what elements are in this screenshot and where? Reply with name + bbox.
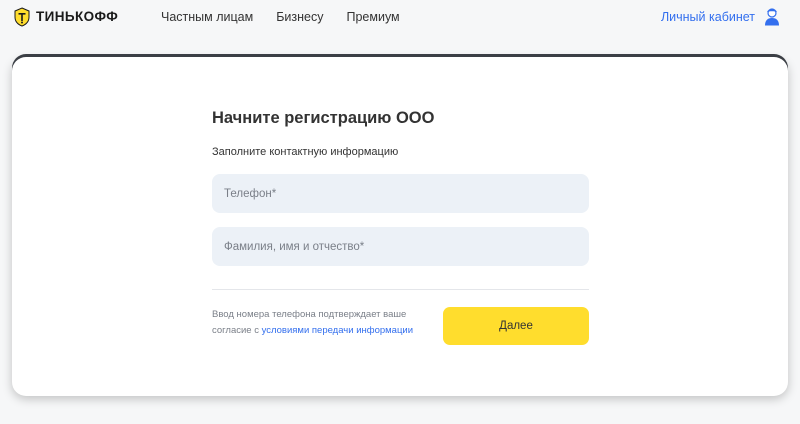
user-icon [765, 8, 779, 26]
account-label: Личный кабинет [660, 9, 755, 24]
full-name-field[interactable] [212, 227, 589, 266]
form-subtitle: Заполните контактную информацию [212, 146, 399, 158]
phone-field[interactable] [212, 174, 589, 213]
nav-item-personal[interactable]: Частным лицам [161, 10, 253, 25]
nav-item-premium[interactable]: Премиум [346, 10, 399, 25]
logo[interactable]: ТИНЬКОФФ [12, 7, 118, 27]
logo-text: ТИНЬКОФФ [36, 9, 119, 24]
page-title: Начните регистрацию ООО [212, 109, 435, 127]
top-header: ТИНЬКОФФ Частным лицам Бизнесу Премиум Л… [0, 0, 800, 34]
next-button[interactable]: Далее [443, 307, 589, 345]
nav-item-business[interactable]: Бизнесу [276, 10, 323, 25]
consent-terms-link[interactable]: условиями передачи информации [262, 325, 413, 336]
account-link[interactable]: Личный кабинет [661, 7, 780, 27]
phone-input[interactable] [212, 174, 589, 213]
main-nav: Частным лицам Бизнесу Премиум [161, 10, 423, 25]
tinkoff-emblem-icon [14, 7, 30, 27]
registration-card: Начните регистрацию ООО Заполните контак… [12, 57, 788, 396]
divider [212, 289, 589, 290]
full-name-input[interactable] [212, 227, 589, 266]
consent-text: Ввод номера телефона подтверждает ваше с… [212, 307, 432, 339]
